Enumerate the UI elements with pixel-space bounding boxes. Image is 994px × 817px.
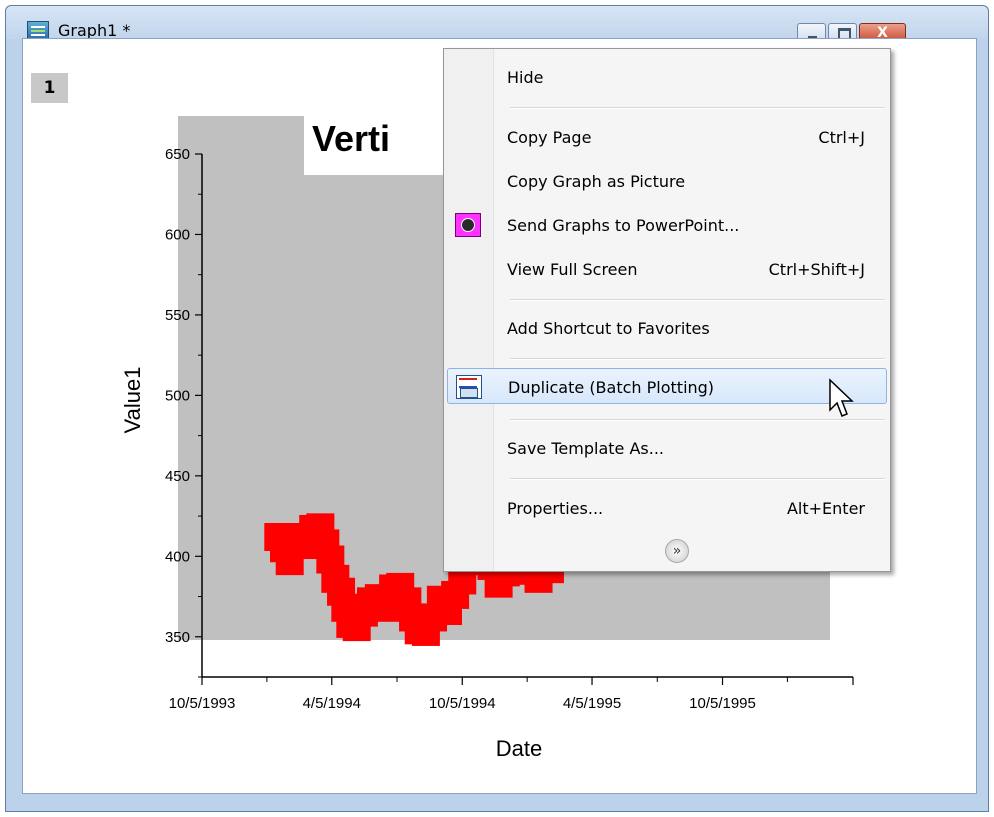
x-tick-label: 4/5/1994 <box>303 695 361 712</box>
y-tick-label: 650 <box>165 146 190 163</box>
menu-item-copy-page[interactable]: Copy Page Ctrl+J <box>447 119 887 155</box>
y-tick-label: 450 <box>165 468 190 485</box>
menu-separator <box>510 107 885 109</box>
menu-item-save-template-as[interactable]: Save Template As... <box>447 430 887 466</box>
menu-separator <box>510 358 885 360</box>
powerpoint-icon <box>455 213 481 237</box>
menu-item-label: Send Graphs to PowerPoint... <box>507 216 740 235</box>
x-tick-label: 10/5/1993 <box>169 695 236 712</box>
menu-item-label: Add Shortcut to Favorites <box>507 319 710 338</box>
x-tick-label: 10/5/1995 <box>689 695 756 712</box>
y-tick-label: 500 <box>165 387 190 404</box>
duplicate-graph-icon <box>456 375 482 399</box>
menu-item-view-full-screen[interactable]: View Full Screen Ctrl+Shift+J <box>447 251 887 287</box>
menu-item-shortcut: Ctrl+Shift+J <box>768 260 865 279</box>
menu-item-send-graphs-to-powerpoint[interactable]: Send Graphs to PowerPoint... <box>447 207 887 243</box>
y-axis-title: Value1 <box>120 367 145 434</box>
menu-item-shortcut: Alt+Enter <box>786 499 865 518</box>
menu-item-label: Copy Graph as Picture <box>507 172 686 191</box>
x-tick-label: 10/5/1994 <box>429 695 496 712</box>
y-tick-label: 600 <box>165 226 190 243</box>
menu-item-label: Duplicate (Batch Plotting) <box>508 378 715 397</box>
expand-menu-chevron-icon[interactable]: » <box>665 539 689 563</box>
menu-item-copy-graph-as-picture[interactable]: Copy Graph as Picture <box>447 163 887 199</box>
menu-separator <box>510 299 885 301</box>
menu-item-label: Copy Page <box>507 128 592 147</box>
menu-item-properties[interactable]: Properties... Alt+Enter <box>447 490 887 526</box>
menu-item-label: Properties... <box>507 499 604 518</box>
menu-item-hide[interactable]: Hide <box>447 59 887 95</box>
y-tick-label: 550 <box>165 307 190 324</box>
menu-item-label: Save Template As... <box>507 439 664 458</box>
context-menu: Hide Copy Page Ctrl+J Copy Graph as Pict… <box>443 48 891 572</box>
menu-item-label: Hide <box>507 68 544 87</box>
x-tick-label: 4/5/1995 <box>563 695 621 712</box>
menu-item-label: View Full Screen <box>507 260 638 279</box>
y-tick-label: 400 <box>165 548 190 565</box>
menu-item-shortcut: Ctrl+J <box>818 128 865 147</box>
menu-item-duplicate-batch-plotting[interactable]: Duplicate (Batch Plotting) <box>447 368 887 404</box>
x-axis-title: Date <box>496 736 542 761</box>
mouse-cursor-icon <box>829 378 854 417</box>
y-tick-label: 350 <box>165 629 190 646</box>
menu-item-add-shortcut-to-favorites[interactable]: Add Shortcut to Favorites <box>447 310 887 346</box>
menu-separator <box>510 478 885 480</box>
